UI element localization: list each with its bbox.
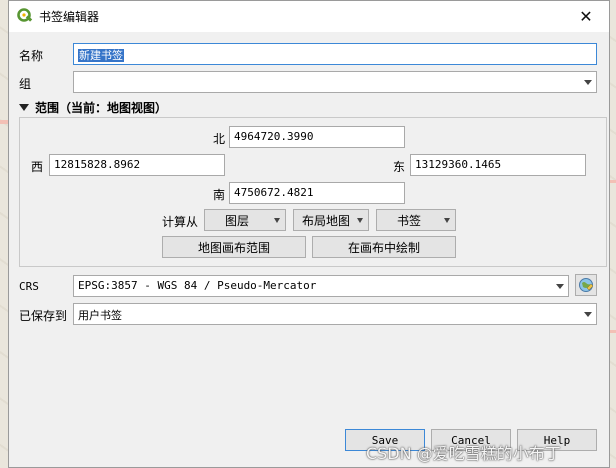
name-input-value: 新建书签 [78, 49, 124, 62]
close-button[interactable]: ✕ [563, 1, 609, 32]
west-label: 西 [31, 160, 44, 174]
west-value: 12815828.8962 [54, 158, 141, 171]
map-canvas-extent-button[interactable]: 地图画布范围 [162, 236, 306, 258]
bookmark-editor-dialog: 书签编辑器 ✕ 名称 新建书签 组 范围（当前：地图视图） 北 4964720.… [8, 0, 610, 468]
calc-from-label: 计算从 [162, 215, 199, 229]
qgis-logo-icon [17, 8, 33, 22]
name-label: 名称 [19, 49, 44, 63]
crs-value: EPSG:3857 - WGS 84 / Pseudo-Mercator [78, 279, 317, 292]
calc-from-layout-map-button[interactable]: 布局地图 [293, 209, 369, 231]
saved-to-label: 已保存到 [19, 309, 68, 323]
chevron-down-icon [584, 80, 592, 85]
group-label: 组 [19, 77, 32, 91]
extent-section-toggle[interactable]: 范围（当前：地图视图） [19, 99, 167, 116]
north-value: 4964720.3990 [234, 130, 314, 143]
crs-label: CRS [19, 280, 39, 293]
group-combobox[interactable] [73, 71, 597, 93]
calc-from-bookmark-button[interactable]: 书签 [376, 209, 456, 231]
name-input[interactable]: 新建书签 [73, 43, 597, 65]
east-value: 13129360.1465 [415, 158, 502, 171]
south-value: 4750672.4821 [234, 186, 314, 199]
csdn-watermark: CSDN @爱吃雪糕的小布丁 [366, 444, 561, 463]
east-input[interactable]: 13129360.1465 [410, 154, 586, 176]
collapse-arrow-icon [19, 104, 29, 111]
chevron-down-icon [274, 218, 280, 223]
chevron-down-icon [357, 218, 363, 223]
saved-to-value: 用户书签 [78, 309, 122, 322]
chevron-down-icon [556, 284, 564, 289]
south-label: 南 [213, 188, 226, 202]
chevron-down-icon [584, 312, 592, 317]
window-title: 书签编辑器 [39, 10, 100, 24]
calc-from-layer-button[interactable]: 图层 [204, 209, 286, 231]
close-icon: ✕ [579, 7, 593, 26]
draw-on-canvas-button[interactable]: 在画布中绘制 [312, 236, 456, 258]
extent-header: 范围（当前：地图视图） [35, 101, 168, 115]
bookmark-button-label: 书签 [397, 213, 422, 228]
chevron-down-icon [444, 218, 450, 223]
globe-icon [579, 278, 594, 292]
north-input[interactable]: 4964720.3990 [229, 126, 405, 148]
map-canvas-extent-label: 地图画布范围 [197, 240, 270, 255]
west-input[interactable]: 12815828.8962 [49, 154, 225, 176]
crs-selector-button[interactable] [575, 274, 597, 296]
layout-map-button-label: 布局地图 [302, 213, 351, 228]
crs-combobox[interactable]: EPSG:3857 - WGS 84 / Pseudo-Mercator [73, 275, 569, 297]
north-label: 北 [213, 132, 226, 146]
layer-button-label: 图层 [225, 213, 250, 228]
south-input[interactable]: 4750672.4821 [229, 182, 405, 204]
saved-to-combobox[interactable]: 用户书签 [73, 303, 597, 325]
draw-on-canvas-label: 在画布中绘制 [347, 240, 420, 255]
east-label: 东 [393, 160, 406, 174]
title-bar: 书签编辑器 ✕ [9, 1, 609, 32]
